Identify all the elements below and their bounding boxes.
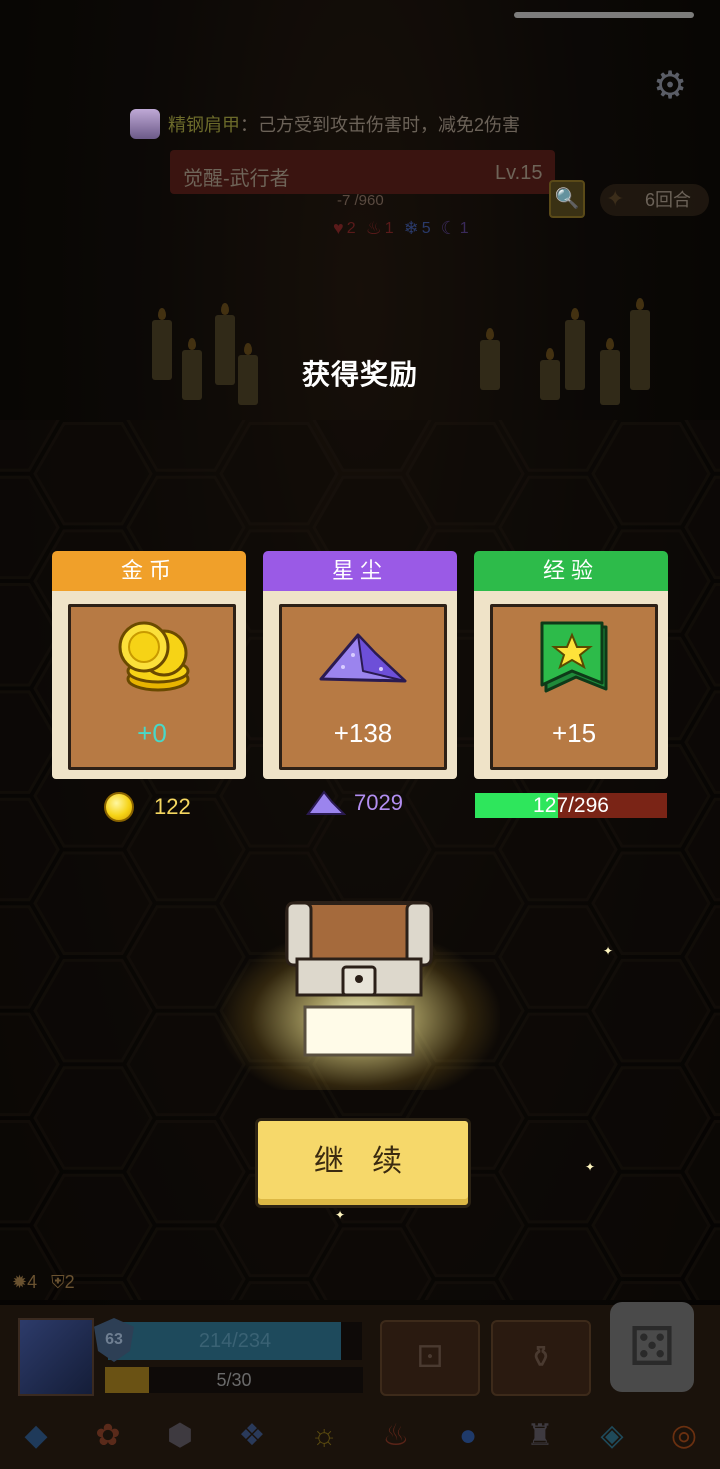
crystal-icon[interactable]: ❖ bbox=[226, 1410, 278, 1462]
card-body: +0 bbox=[52, 591, 246, 779]
item-toolbar: ◆ ✿ ⬢ ❖ ☼ ♨ ● ♜ ◈ ◎ bbox=[0, 1402, 720, 1469]
card-inner: +138 bbox=[279, 604, 447, 770]
mortar-slot-icon[interactable]: ⚱ bbox=[491, 1320, 591, 1396]
armor-icon[interactable]: ♜ bbox=[514, 1410, 566, 1462]
sun-icon[interactable]: ☼ bbox=[298, 1410, 350, 1462]
player-hp-bar: 214/234 bbox=[108, 1322, 362, 1360]
orb-icon[interactable]: ● bbox=[442, 1410, 494, 1462]
card-header-xp: 经验 bbox=[474, 551, 668, 591]
cube-icon[interactable]: ⬢ bbox=[154, 1410, 206, 1462]
sparkle: ✦ bbox=[335, 1208, 346, 1222]
star-banner-icon bbox=[540, 621, 608, 693]
player-hp-text: 214/234 bbox=[198, 1330, 272, 1352]
enemy-level: Lv.15 bbox=[495, 162, 543, 184]
stardust-total-value: 7029 bbox=[354, 790, 403, 815]
stardust-icon bbox=[306, 790, 346, 815]
reward-title: 获得奖励 bbox=[301, 359, 418, 390]
attack-stat: ✹4 bbox=[12, 1272, 38, 1292]
dice-icon[interactable]: ⚄ bbox=[610, 1302, 694, 1392]
card-inner: +0 bbox=[68, 604, 236, 770]
reward-card-gold: 金币 +0 bbox=[52, 551, 246, 779]
stardust-amount: +138 bbox=[333, 718, 393, 748]
stardust-total: 7029 bbox=[306, 788, 403, 818]
reward-card-xp: 经验 +15 bbox=[474, 551, 668, 779]
game-scene: ⚙ 精钢肩甲 ：己方受到攻击伤害时，减免2伤害 觉醒-武行者 Lv.15 -7 /… bbox=[0, 0, 720, 1469]
flame-icon: ♨ 1 bbox=[365, 218, 394, 238]
heart-icon: ♥ 2 bbox=[333, 218, 356, 238]
reward-card-stardust: 星尘 +138 bbox=[263, 551, 457, 779]
shield-ring-icon[interactable]: ◎ bbox=[658, 1410, 710, 1462]
gold-total-value: 122 bbox=[154, 794, 191, 819]
gold-coins-icon bbox=[118, 621, 190, 692]
player-energy-bar: 5/30 bbox=[105, 1367, 363, 1393]
enemy-name: 觉醒-武行者 bbox=[183, 168, 290, 190]
card-inner: +15 bbox=[490, 604, 658, 770]
player-energy-text: 5/30 bbox=[216, 1370, 252, 1390]
defense-stat: ⛨2 bbox=[51, 1272, 75, 1292]
coin-icon bbox=[104, 792, 134, 822]
flower-icon[interactable]: ✿ bbox=[82, 1410, 134, 1462]
card-body: +138 bbox=[263, 591, 457, 779]
enemy-hp-text: -7 /960 bbox=[337, 192, 384, 209]
buff-name: 精钢肩甲 bbox=[168, 115, 240, 135]
stardust-pile-icon bbox=[319, 633, 407, 683]
shell-icon[interactable]: ◆ bbox=[10, 1410, 62, 1462]
xp-progress-text: 127/296 bbox=[533, 794, 609, 817]
sparkle: ✦ bbox=[603, 944, 614, 958]
shield-defense-icon: ⛨ bbox=[51, 1272, 65, 1292]
gold-total: 122 bbox=[104, 792, 191, 822]
card-body: +15 bbox=[474, 591, 668, 779]
snowflake-icon: ❄ 5 bbox=[403, 218, 431, 238]
xp-amount: +15 bbox=[551, 718, 597, 748]
dice-slot-icon[interactable]: ⚀ bbox=[380, 1320, 480, 1396]
wizard-avatar[interactable] bbox=[18, 1318, 94, 1396]
player-stats: ✹4 ⛨2 bbox=[12, 1272, 75, 1293]
equipment-buff: 精钢肩甲 ：己方受到攻击伤害时，减免2伤害 bbox=[130, 108, 520, 140]
gear-attack-icon: ✹ bbox=[12, 1272, 28, 1292]
moon-icon: ☾ 1 bbox=[440, 218, 469, 238]
xp-progress-bar: 127/296 bbox=[475, 793, 667, 818]
magnifier-icon[interactable]: 🔍 bbox=[549, 180, 585, 218]
treasure-chest-icon[interactable] bbox=[283, 895, 435, 1060]
buff-description: ：己方受到攻击伤害时，减免2伤害 bbox=[240, 115, 521, 135]
shoulder-armor-icon bbox=[130, 109, 160, 139]
gem-icon[interactable]: ◈ bbox=[586, 1410, 638, 1462]
turn-counter: 6回合 bbox=[600, 184, 710, 216]
card-header-gold: 金币 bbox=[52, 551, 246, 591]
continue-button[interactable]: 继 续 bbox=[255, 1118, 471, 1208]
sparkle: ✦ bbox=[585, 1160, 596, 1174]
enemy-status-effects: ♥ 2 ♨ 1 ❄ 5 ☾ 1 bbox=[333, 218, 469, 239]
gold-amount: +0 bbox=[137, 718, 167, 748]
gear-icon[interactable]: ⚙ bbox=[650, 66, 690, 106]
meat-icon[interactable]: ♨ bbox=[370, 1410, 422, 1462]
card-header-stardust: 星尘 bbox=[263, 551, 457, 591]
status-pill bbox=[514, 12, 694, 18]
